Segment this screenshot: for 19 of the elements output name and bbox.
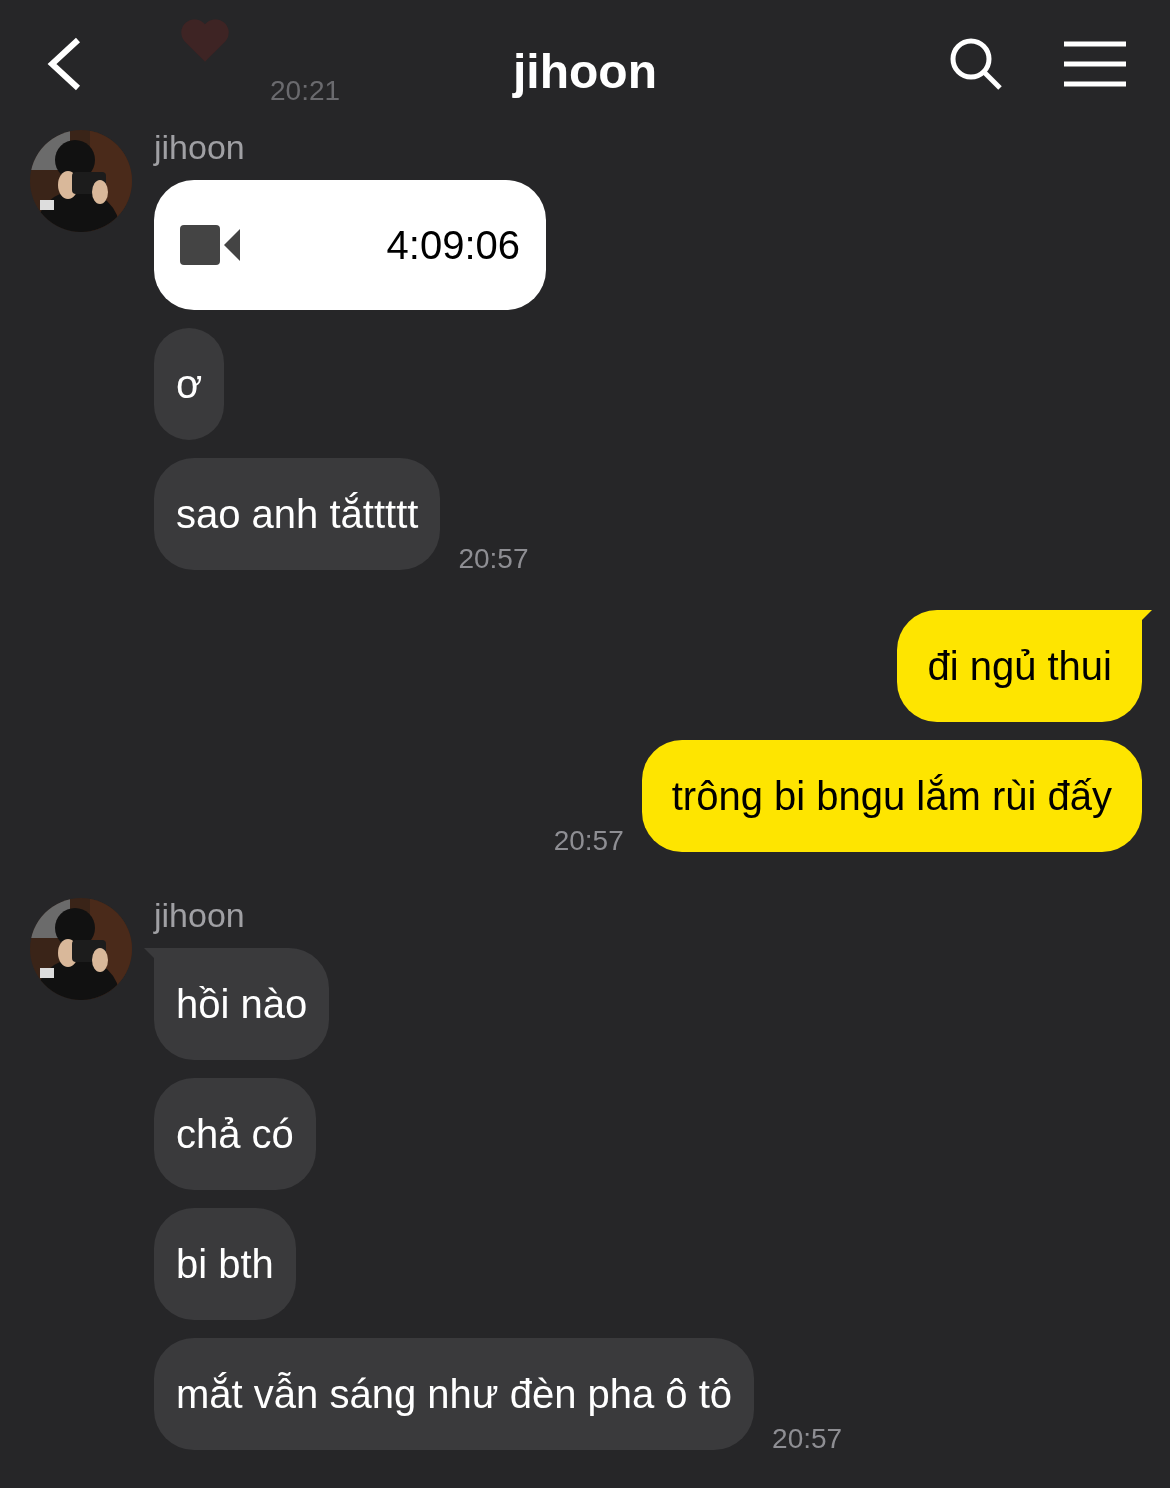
sender-name: jihoon: [154, 130, 245, 164]
message-time: 20:57: [553, 824, 624, 858]
message-time: 20:57: [772, 1422, 843, 1456]
message-bubble: sao anh tắttttt: [154, 458, 441, 570]
video-camera-icon: [180, 225, 242, 265]
message-bubble: ơ: [154, 328, 225, 440]
menu-icon[interactable]: [1064, 40, 1126, 88]
search-icon[interactable]: [948, 36, 1004, 92]
message-bubble: mắt vẫn sáng như đèn pha ô tô: [154, 1338, 755, 1450]
message-bubble: trông bi bngu lắm rùi đấy: [641, 740, 1142, 852]
chat-title: jihoon: [513, 44, 657, 100]
sender-name: jihoon: [154, 898, 245, 932]
message-bubble: bi bth: [154, 1208, 296, 1320]
video-call-bubble[interactable]: 4:09:06: [154, 180, 546, 310]
message-time: 20:57: [458, 542, 529, 576]
call-duration: 4:09:06: [386, 222, 520, 269]
message-bubble: chả có: [154, 1078, 316, 1190]
message-time: 20:21: [270, 74, 341, 108]
heart-icon: [180, 18, 230, 64]
